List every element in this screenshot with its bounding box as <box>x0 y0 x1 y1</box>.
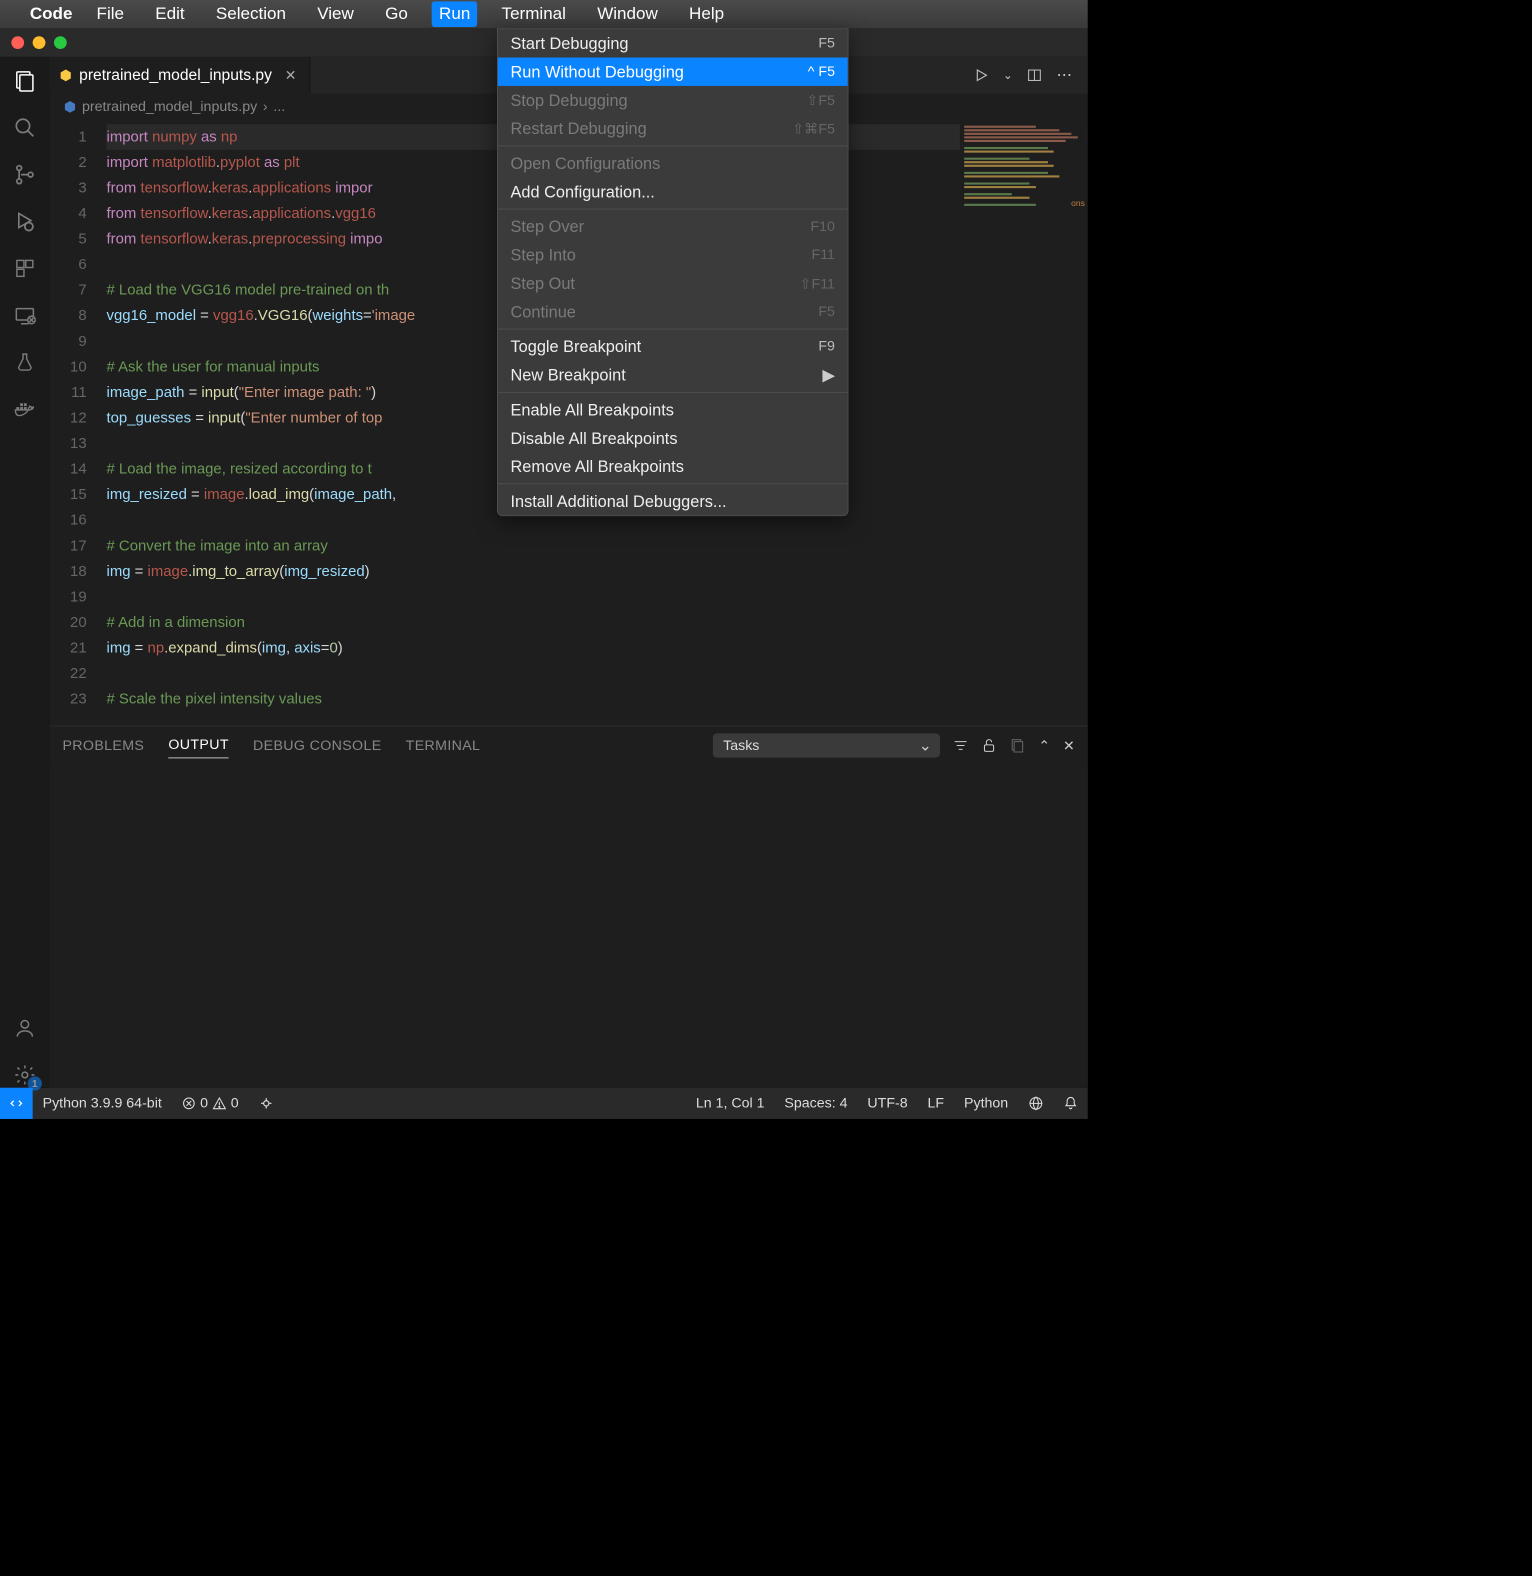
run-menu-item-add-configuration[interactable]: Add Configuration... <box>498 178 848 206</box>
panel-tab-problems[interactable]: PROBLEMS <box>62 733 144 758</box>
breadcrumb-more[interactable]: ... <box>273 99 285 115</box>
language-mode[interactable]: Python <box>954 1095 1018 1111</box>
python-file-icon: ⬢ <box>60 66 72 84</box>
notifications-icon[interactable] <box>1054 1096 1088 1110</box>
run-menu-item-continue: ContinueF5 <box>498 297 848 325</box>
clear-output-icon[interactable] <box>1010 738 1026 754</box>
panel-tab-debug-console[interactable]: DEBUG CONSOLE <box>253 733 381 758</box>
bottom-panel: PROBLEMS OUTPUT DEBUG CONSOLE TERMINAL T… <box>50 726 1088 1088</box>
run-menu-item-step-over: Step OverF10 <box>498 212 848 240</box>
run-menu-item-run-without-debugging[interactable]: Run Without Debugging^ F5 <box>498 58 848 86</box>
menubar-item-help[interactable]: Help <box>682 1 731 27</box>
menubar-item-run[interactable]: Run <box>432 1 477 27</box>
search-icon[interactable] <box>12 115 38 141</box>
panel-tab-terminal[interactable]: TERMINAL <box>406 733 481 758</box>
run-menu-item-stop-debugging: Stop Debugging⇧F5 <box>498 86 848 114</box>
activity-bar <box>0 57 50 1088</box>
encoding[interactable]: UTF-8 <box>857 1095 917 1111</box>
menubar-item-window[interactable]: Window <box>590 1 665 27</box>
docker-icon[interactable] <box>12 396 38 422</box>
minimap-overflow-text: ons <box>1071 198 1085 208</box>
testing-icon[interactable] <box>12 349 38 375</box>
macos-menubar: Code File Edit Selection View Go Run Terminal W… <box>0 0 1088 28</box>
close-window-button[interactable] <box>11 36 24 49</box>
live-share-icon[interactable] <box>249 1096 284 1112</box>
filter-icon[interactable] <box>953 738 969 754</box>
run-menu-item-step-into: Step IntoF11 <box>498 241 848 269</box>
remote-explorer-icon[interactable] <box>12 302 38 328</box>
chevron-right-icon: › <box>263 99 268 115</box>
run-menu-item-open-configurations: Open Configurations <box>498 149 848 177</box>
chevron-down-icon[interactable]: ⌄ <box>1003 68 1013 82</box>
run-menu-item-toggle-breakpoint[interactable]: Toggle BreakpointF9 <box>498 332 848 360</box>
accounts-icon[interactable] <box>12 1015 38 1041</box>
minimize-window-button[interactable] <box>33 36 46 49</box>
explorer-icon[interactable] <box>12 68 38 94</box>
run-menu-item-disable-all-breakpoints[interactable]: Disable All Breakpoints <box>498 424 848 452</box>
run-menu-item-restart-debugging: Restart Debugging⇧⌘F5 <box>498 114 848 142</box>
traffic-lights <box>0 36 67 49</box>
maximize-window-button[interactable] <box>54 36 67 49</box>
status-bar: Python 3.9.9 64-bit 0 0 Ln 1, Col 1 Spac… <box>0 1088 1088 1119</box>
minimap[interactable]: ons <box>960 120 1088 226</box>
menubar-item-go[interactable]: Go <box>378 1 415 27</box>
extensions-icon[interactable] <box>12 256 38 282</box>
cursor-position[interactable]: Ln 1, Col 1 <box>686 1095 775 1111</box>
run-menu-item-start-debugging[interactable]: Start DebuggingF5 <box>498 29 848 57</box>
app-name[interactable]: Code <box>30 4 73 24</box>
python-interpreter[interactable]: Python 3.9.9 64-bit <box>33 1095 172 1111</box>
run-menu-item-remove-all-breakpoints[interactable]: Remove All Breakpoints <box>498 452 848 480</box>
menubar-item-terminal[interactable]: Terminal <box>494 1 573 27</box>
tab-label: pretrained_model_inputs.py <box>79 66 272 84</box>
run-menu-dropdown: Start DebuggingF5Run Without Debugging^ … <box>497 28 848 516</box>
menubar-item-file[interactable]: File <box>89 1 131 27</box>
feedback-icon[interactable] <box>1018 1096 1054 1112</box>
menubar-item-view[interactable]: View <box>310 1 361 27</box>
unlock-icon[interactable] <box>982 738 998 754</box>
close-tab-icon[interactable]: ✕ <box>285 66 297 84</box>
indentation[interactable]: Spaces: 4 <box>774 1095 857 1111</box>
run-menu-item-install-additional-debuggers[interactable]: Install Additional Debuggers... <box>498 487 848 515</box>
run-debug-icon[interactable] <box>12 209 38 235</box>
eol[interactable]: LF <box>918 1095 954 1111</box>
output-body[interactable] <box>50 765 1088 1088</box>
output-channel-select[interactable]: Tasks <box>713 733 940 757</box>
source-control-icon[interactable] <box>12 162 38 188</box>
panel-tab-output[interactable]: OUTPUT <box>168 733 229 759</box>
panel-tabs: PROBLEMS OUTPUT DEBUG CONSOLE TERMINAL T… <box>50 726 1088 764</box>
split-editor-icon[interactable] <box>1027 67 1043 83</box>
python-file-icon: ⬢ <box>64 98 76 116</box>
maximize-panel-icon[interactable]: ⌃ <box>1038 737 1050 755</box>
remote-indicator[interactable] <box>0 1088 33 1119</box>
run-menu-item-step-out: Step Out⇧F11 <box>498 269 848 297</box>
run-file-icon[interactable] <box>973 67 989 83</box>
run-menu-item-enable-all-breakpoints[interactable]: Enable All Breakpoints <box>498 395 848 423</box>
settings-gear-icon[interactable] <box>12 1062 38 1088</box>
menubar-item-selection[interactable]: Selection <box>209 1 293 27</box>
more-actions-icon[interactable]: ⋯ <box>1056 66 1072 84</box>
breadcrumb-file[interactable]: pretrained_model_inputs.py <box>82 99 257 115</box>
run-menu-item-new-breakpoint[interactable]: New Breakpoint▶ <box>498 361 848 389</box>
close-panel-icon[interactable]: ✕ <box>1063 737 1075 755</box>
problems-status[interactable]: 0 0 <box>172 1095 249 1111</box>
line-numbers: 1234567891011121314151617181920212223 <box>50 120 100 726</box>
editor-actions: ⌄ ⋯ <box>973 66 1088 84</box>
editor-tab[interactable]: ⬢ pretrained_model_inputs.py ✕ <box>50 57 310 94</box>
menubar-item-edit[interactable]: Edit <box>148 1 192 27</box>
